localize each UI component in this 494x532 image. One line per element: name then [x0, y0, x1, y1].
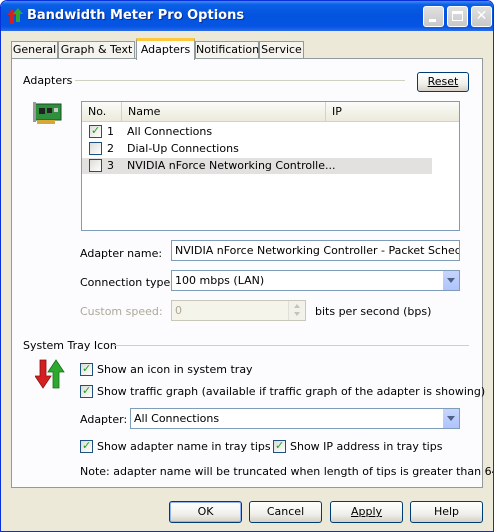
- tab-adapters[interactable]: Adapters: [136, 38, 195, 60]
- adapter-name-field[interactable]: NVIDIA nForce Networking Controller - Pa…: [171, 240, 460, 261]
- checkmark-icon: ✓: [82, 439, 92, 452]
- checkmark-icon: ✓: [91, 124, 101, 137]
- window-title: Bandwidth Meter Pro Options: [27, 8, 245, 23]
- network-card-icon: [33, 102, 62, 124]
- show-name-checkbox[interactable]: ✓: [80, 439, 93, 453]
- tray-arrows-icon: [35, 359, 65, 389]
- maximize-button[interactable]: [447, 6, 468, 27]
- adapter-row-1-name: All Connections: [127, 125, 213, 138]
- tab-general[interactable]: General: [11, 41, 58, 59]
- checkmark-icon: ✓: [82, 362, 92, 375]
- spin-up-icon[interactable]: [289, 301, 305, 310]
- options-window: Bandwidth Meter Pro Options ✕ General Gr…: [0, 0, 494, 532]
- tray-group-divider: [113, 345, 469, 346]
- adapter-row-2-no: 2: [107, 142, 114, 155]
- adapter-row-3-checkbox[interactable]: [89, 159, 102, 172]
- close-button[interactable]: ✕: [471, 6, 492, 27]
- minimize-icon: [424, 7, 443, 26]
- connection-type-value: 100 mbps (LAN): [175, 274, 265, 287]
- minimize-button[interactable]: [423, 6, 444, 27]
- adapters-list-header: No. Name IP: [82, 102, 459, 122]
- custom-speed-value: 0: [175, 304, 182, 317]
- adapter-row-2-checkbox[interactable]: [89, 142, 102, 155]
- adapters-group-divider: [75, 80, 405, 81]
- custom-speed-spinner[interactable]: [288, 301, 305, 320]
- reset-button-label: Reset: [427, 75, 459, 88]
- adapter-name-label-text: Adapter name:: [80, 247, 163, 260]
- adapters-group-label: Adapters: [23, 74, 73, 87]
- adapter-row-1[interactable]: ✓ 1 All Connections: [82, 124, 432, 140]
- spin-down-icon[interactable]: [289, 310, 305, 319]
- tray-group-label: System Tray Icon: [23, 339, 117, 352]
- show-graph-label: Show traffic graph (available if traffic…: [97, 385, 486, 398]
- checkmark-icon: ✓: [82, 384, 92, 397]
- show-name-label: Show adapter name in tray tips: [97, 440, 271, 453]
- title-bar[interactable]: Bandwidth Meter Pro Options ✕: [1, 1, 493, 31]
- chevron-down-icon[interactable]: [442, 409, 459, 428]
- reset-button[interactable]: Reset: [417, 72, 469, 92]
- bandwidth-arrows-icon: [7, 8, 23, 24]
- checkmark-icon: ✓: [275, 439, 285, 452]
- custom-speed-label: Custom speed:: [80, 305, 163, 318]
- column-no[interactable]: No.: [82, 102, 122, 121]
- apply-button[interactable]: Apply: [330, 501, 403, 523]
- custom-speed-field[interactable]: 0: [171, 300, 306, 321]
- adapter-row-3[interactable]: 3 NVIDIA nForce Networking Controlle...: [82, 158, 432, 174]
- adapter-row-3-no: 3: [107, 159, 114, 172]
- tab-service[interactable]: Service: [259, 41, 304, 59]
- adapter-row-1-no: 1: [107, 125, 114, 138]
- show-ip-checkbox[interactable]: ✓: [273, 439, 286, 453]
- help-button[interactable]: Help: [410, 501, 483, 523]
- cancel-button[interactable]: Cancel: [249, 501, 322, 523]
- custom-speed-unit: bits per second (bps): [315, 305, 432, 318]
- show-icon-label: Show an icon in system tray: [97, 363, 253, 376]
- show-ip-label: Show IP address in tray tips: [290, 440, 443, 453]
- adapter-name-label: Adapter name:: [80, 247, 162, 260]
- tab-graph-text[interactable]: Graph & Text: [58, 41, 135, 59]
- tray-adapter-label: Adapter:: [80, 413, 128, 426]
- adapters-list[interactable]: No. Name IP ✓ 1 All Connections 2 Dial-U…: [81, 101, 460, 231]
- show-icon-checkbox[interactable]: ✓: [80, 362, 93, 376]
- adapter-row-2-name: Dial-Up Connections: [127, 142, 239, 155]
- tab-notification[interactable]: Notification: [195, 41, 259, 59]
- column-ip[interactable]: IP: [326, 102, 459, 121]
- adapter-row-2[interactable]: 2 Dial-Up Connections: [82, 141, 432, 157]
- adapter-row-1-checkbox[interactable]: ✓: [89, 124, 102, 138]
- connection-type-label: Connection type:: [80, 276, 175, 289]
- adapter-row-3-name: NVIDIA nForce Networking Controlle...: [127, 159, 336, 172]
- tray-adapter-select[interactable]: All Connections: [130, 408, 460, 429]
- show-graph-checkbox[interactable]: ✓: [80, 384, 93, 398]
- column-name[interactable]: Name: [122, 102, 326, 121]
- chevron-down-icon[interactable]: [442, 271, 459, 290]
- maximize-icon: [448, 7, 467, 26]
- connection-type-select[interactable]: 100 mbps (LAN): [171, 270, 460, 291]
- tray-adapter-value: All Connections: [134, 412, 220, 425]
- apply-button-label: Apply: [350, 505, 383, 518]
- close-icon: ✕: [475, 8, 488, 24]
- ok-button[interactable]: OK: [169, 501, 242, 523]
- truncation-note: Note: adapter name will be truncated whe…: [80, 465, 494, 478]
